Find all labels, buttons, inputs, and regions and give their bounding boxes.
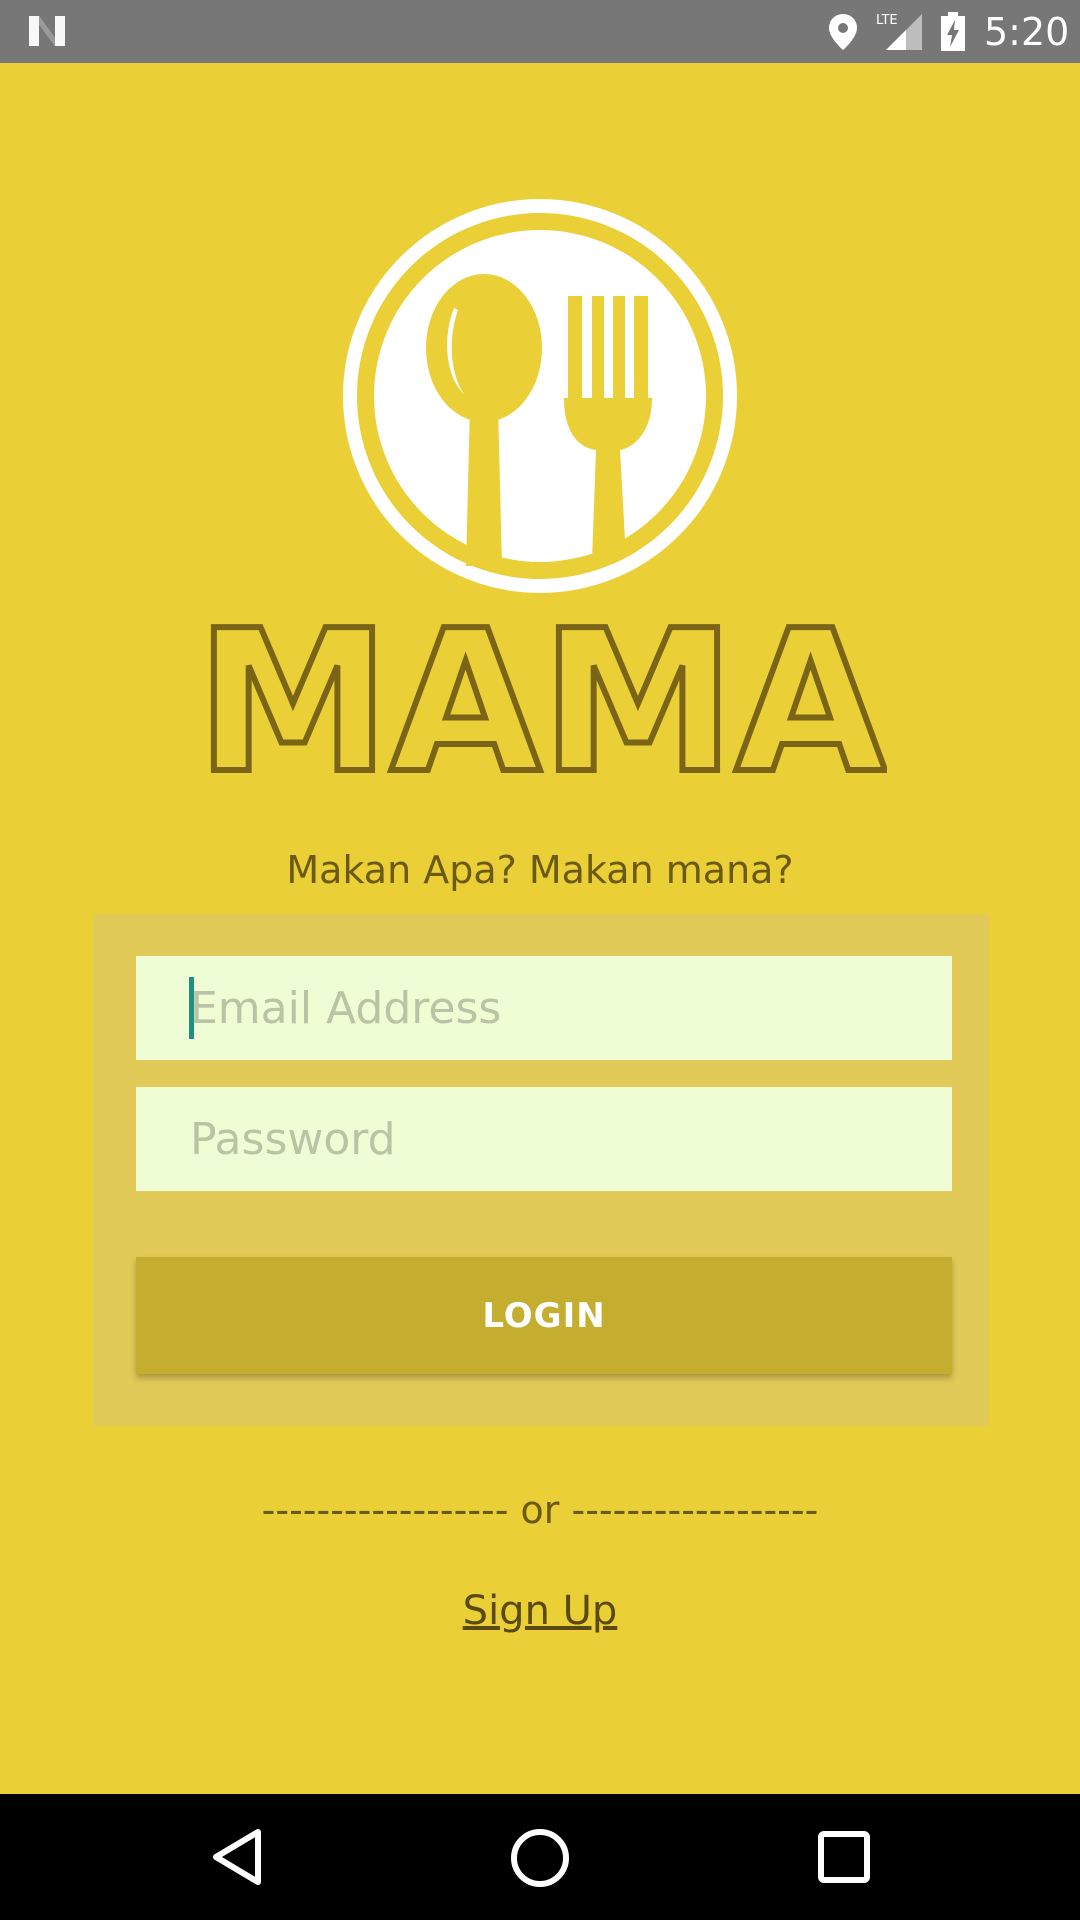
signup-link[interactable]: Sign Up [463, 1588, 618, 1634]
spoon-fork-plate-icon [343, 199, 737, 593]
recents-icon[interactable] [815, 1828, 873, 1886]
network-type-label: LTE [876, 13, 898, 28]
email-input[interactable] [136, 956, 952, 1060]
login-card: LOGIN [93, 914, 989, 1426]
navigation-bar [0, 1794, 1080, 1920]
battery-charging-icon [941, 12, 965, 51]
password-input[interactable] [136, 1087, 952, 1191]
home-icon[interactable] [508, 1826, 572, 1890]
status-time: 5:20 [984, 10, 1070, 54]
back-icon[interactable] [208, 1826, 270, 1888]
login-button[interactable]: LOGIN [136, 1257, 952, 1374]
password-field[interactable] [136, 1087, 952, 1191]
signup-container: Sign Up [0, 1585, 1080, 1637]
signal-icon: LTE [876, 13, 922, 50]
app-tagline: Makan Apa? Makan mana? [286, 848, 794, 892]
email-field[interactable] [136, 956, 952, 1060]
location-icon [829, 14, 857, 50]
n-logo-icon [29, 16, 65, 46]
brand-name: MAMA [196, 620, 886, 778]
brand-wordmark: MAMA [195, 620, 887, 778]
status-bar: LTE 5:20 [0, 0, 1080, 63]
or-divider: ------------------ or ------------------ [261, 1488, 819, 1532]
